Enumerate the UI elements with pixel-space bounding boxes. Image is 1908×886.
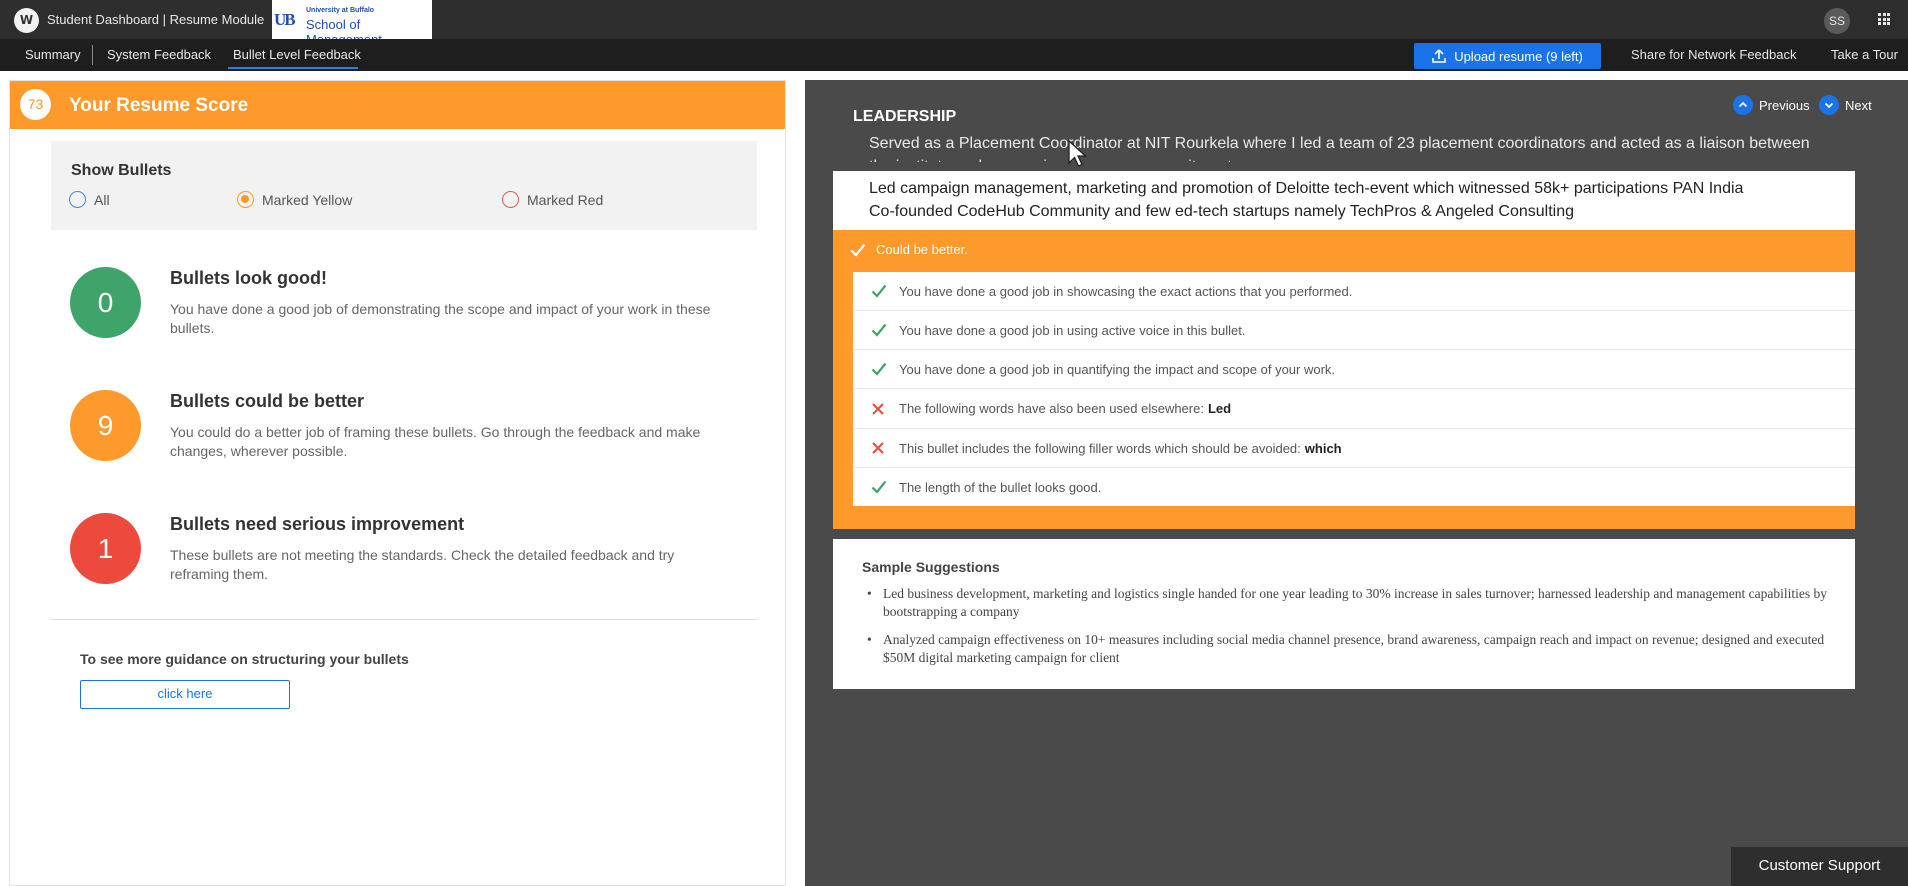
feedback-text: The following words have also been used …: [899, 401, 1204, 416]
take-a-tour-link[interactable]: Take a Tour: [1831, 47, 1898, 62]
ub-logo-small-text: University at Buffalo: [306, 7, 375, 14]
divider: [51, 619, 757, 620]
stat-good-title: Bullets look good!: [170, 268, 327, 288]
bullet-line: Led campaign management, marketing and p…: [869, 180, 1744, 197]
app-logo-icon[interactable]: W: [14, 8, 39, 33]
feedback-row: This bullet includes the following fille…: [853, 429, 1855, 468]
score-header: 73 Your Resume Score: [10, 81, 785, 129]
radio-marked-yellow[interactable]: Marked Yellow: [237, 191, 352, 208]
cross-icon: [871, 441, 891, 455]
stat-better-desc: You could do a better job of framing the…: [170, 424, 701, 459]
feedback-text: This bullet includes the following fille…: [899, 440, 1301, 456]
customer-support-button[interactable]: Customer Support: [1731, 847, 1908, 886]
stat-improve-title: Bullets need serious improvement: [170, 514, 465, 534]
show-bullets-label: Show Bullets: [71, 162, 172, 179]
click-here-button[interactable]: click here: [80, 680, 290, 709]
feedback-text: You have done a good job in showcasing t…: [899, 283, 1353, 299]
score-panel: 73 Your Resume Score Show Bullets All Ma…: [9, 80, 786, 886]
suggestion-item: Led business development, marketing and …: [863, 585, 1833, 621]
upload-resume-button[interactable]: Upload resume (9 left): [1414, 43, 1601, 69]
feedback-keyword: Led: [1207, 401, 1232, 416]
upload-icon: [1432, 49, 1446, 63]
check-icon: [871, 480, 891, 494]
previous-label: Previous: [1759, 97, 1810, 113]
stat-better-count: 9: [70, 390, 141, 461]
previous-bullet-text[interactable]: Served as a Placement Coordinator at NIT…: [869, 132, 1829, 162]
radio-marked-yellow-label: Marked Yellow: [262, 191, 353, 208]
radio-marked-red-label: Marked Red: [527, 191, 604, 208]
sample-suggestions: Sample Suggestions Led business developm…: [833, 539, 1855, 689]
feedback-text: You have done a good job in quantifying …: [899, 361, 1336, 377]
avatar[interactable]: SS: [1824, 8, 1850, 34]
upload-resume-label: Upload resume (9 left): [1454, 48, 1583, 64]
check-icon: [871, 362, 891, 376]
bullet-feedback-panel: Previous Next LEADERSHIP Served as a Pla…: [805, 80, 1908, 886]
feedback-box: Could be better. You have done a good jo…: [833, 230, 1855, 529]
section-title: LEADERSHIP: [853, 108, 957, 125]
show-bullets-filter: Show Bullets All Marked Yellow Marked Re…: [51, 141, 757, 230]
check-icon: [850, 243, 866, 257]
tab-bullet-level-feedback[interactable]: Bullet Level Feedback: [233, 47, 361, 62]
bullet-line: Co-founded CodeHub Community and few ed-…: [869, 203, 1574, 220]
feedback-row: The length of the bullet looks good.: [853, 468, 1855, 506]
check-icon: [871, 323, 891, 337]
feedback-row: You have done a good job in quantifying …: [853, 350, 1855, 389]
feedback-row: The following words have also been used …: [853, 389, 1855, 429]
next-label: Next: [1845, 97, 1872, 113]
radio-all-circle-icon: [69, 191, 86, 208]
feedback-row: You have done a good job in showcasing t…: [853, 272, 1855, 311]
feedback-header-label: Could be better.: [876, 242, 968, 257]
tab-summary[interactable]: Summary: [25, 47, 81, 62]
university-logo: UB University at Buffalo School of Manag…: [272, 0, 432, 47]
previous-button[interactable]: Previous: [1733, 95, 1810, 115]
feedback-row: You have done a good job in using active…: [853, 311, 1855, 350]
stat-good-count: 0: [70, 267, 141, 338]
chevron-down-icon: [1819, 95, 1839, 115]
ub-mark-icon: UB: [274, 10, 296, 29]
app-title: Student Dashboard | Resume Module: [47, 12, 265, 27]
radio-all-label: All: [94, 191, 110, 208]
top-bar: W Student Dashboard | Resume Module UB U…: [0, 0, 1908, 47]
radio-marked-red[interactable]: Marked Red: [502, 191, 603, 208]
check-icon: [871, 284, 891, 298]
tab-system-feedback[interactable]: System Feedback: [107, 47, 211, 62]
active-tab-indicator: [228, 67, 358, 69]
share-network-feedback-link[interactable]: Share for Network Feedback: [1631, 47, 1796, 62]
suggestions-list: Led business development, marketing and …: [863, 585, 1833, 677]
current-bullet: Led campaign management, marketing and p…: [833, 171, 1855, 230]
feedback-list: You have done a good job in showcasing t…: [853, 272, 1855, 506]
stat-good-desc: You have done a good job of demonstratin…: [170, 301, 711, 336]
radio-marked-yellow-circle-icon: [237, 191, 254, 208]
suggestions-title: Sample Suggestions: [862, 559, 1000, 575]
guidance-text: To see more guidance on structuring your…: [80, 651, 409, 667]
next-button[interactable]: Next: [1819, 95, 1872, 115]
stat-improve-count: 1: [70, 513, 141, 584]
chevron-up-icon: [1733, 95, 1753, 115]
stat-improve-desc: These bullets are not meeting the standa…: [170, 547, 675, 582]
feedback-header: Could be better.: [850, 242, 968, 257]
mouse-cursor-icon: [1068, 139, 1088, 167]
radio-marked-red-circle-icon: [502, 191, 519, 208]
radio-all[interactable]: All: [69, 191, 110, 208]
suggestion-item: Analyzed campaign effectiveness on 10+ m…: [863, 631, 1833, 667]
nav-bar: Summary System Feedback Bullet Level Fee…: [0, 39, 1908, 71]
score-title: Your Resume Score: [69, 95, 249, 116]
feedback-text: You have done a good job in using active…: [899, 322, 1246, 338]
stat-better-title: Bullets could be better: [170, 391, 365, 411]
apps-grid-icon[interactable]: [1878, 13, 1890, 25]
score-value: 73: [20, 89, 51, 120]
feedback-text: The length of the bullet looks good.: [899, 479, 1102, 495]
cross-icon: [871, 402, 891, 416]
nav-divider: [92, 45, 93, 65]
feedback-keyword: which: [1304, 440, 1342, 456]
